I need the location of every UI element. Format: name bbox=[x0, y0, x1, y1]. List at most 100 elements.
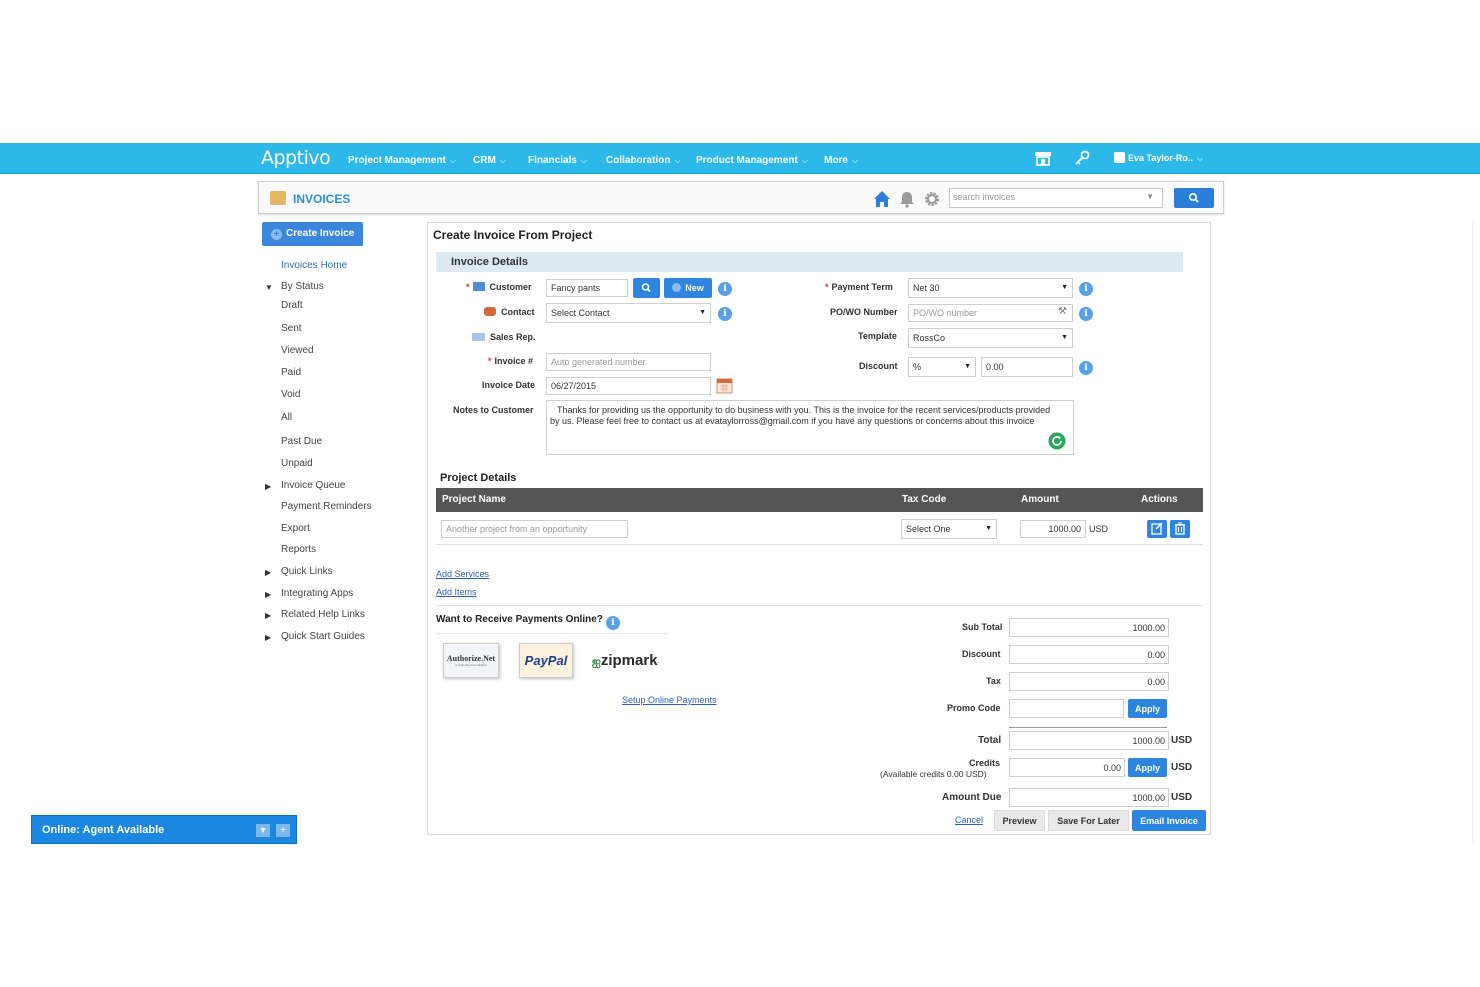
sidebar-quick-links[interactable]: Quick Links bbox=[281, 566, 333, 577]
info-icon[interactable]: i bbox=[1079, 307, 1093, 321]
gear-icon[interactable] bbox=[923, 190, 941, 208]
sidebar-export[interactable]: Export bbox=[281, 523, 310, 534]
credits-input[interactable]: 0.00 bbox=[1009, 758, 1125, 777]
save-for-later-button[interactable]: Save For Later bbox=[1048, 810, 1129, 831]
notes-textarea[interactable]: Thanks for providing us the opportunity … bbox=[546, 400, 1074, 455]
add-services-link[interactable]: Add Services bbox=[436, 569, 489, 579]
add-items-link[interactable]: Add Items bbox=[436, 587, 477, 597]
project-name-input[interactable]: Another project from an opportunity bbox=[441, 520, 628, 538]
apptivo-logo[interactable]: Apptivo bbox=[261, 147, 331, 169]
nav-label: Project Management bbox=[348, 155, 446, 166]
discount-type-select[interactable]: % ▼ bbox=[908, 357, 976, 377]
sidebar-status-draft[interactable]: Draft bbox=[281, 300, 303, 311]
search-button[interactable] bbox=[1174, 188, 1214, 208]
payment-term-select[interactable]: Net 30 ▼ bbox=[908, 278, 1073, 298]
nav-product-management[interactable]: Product Management ⌵ bbox=[696, 155, 808, 166]
chat-widget[interactable]: Online: Agent Available ▾ + bbox=[31, 815, 297, 844]
caret-right-icon[interactable]: ▶ bbox=[265, 611, 271, 620]
table-row-divider bbox=[436, 544, 1203, 545]
minimize-icon[interactable]: ▾ bbox=[256, 824, 270, 837]
discount-type-value: % bbox=[913, 362, 922, 372]
bell-icon[interactable] bbox=[898, 190, 916, 208]
store-icon[interactable] bbox=[1034, 149, 1052, 167]
nav-financials[interactable]: Financials ⌵ bbox=[528, 155, 587, 166]
amount-due-currency: USD bbox=[1171, 792, 1193, 803]
email-invoice-button[interactable]: Email Invoice bbox=[1132, 810, 1206, 831]
info-icon[interactable]: i bbox=[718, 282, 732, 296]
key-icon[interactable] bbox=[1073, 149, 1091, 167]
col-amount: Amount bbox=[1021, 494, 1059, 505]
discount-value-input[interactable]: 0.00 bbox=[981, 357, 1073, 377]
refresh-icon[interactable] bbox=[1048, 432, 1066, 450]
zipmark-logo[interactable]: ஐzipmark bbox=[592, 652, 658, 670]
caret-right-icon[interactable]: ▶ bbox=[265, 482, 271, 491]
sidebar-reports[interactable]: Reports bbox=[281, 544, 316, 555]
plus-icon[interactable]: + bbox=[276, 824, 290, 837]
sidebar-invoice-queue[interactable]: Invoice Queue bbox=[281, 480, 346, 491]
online-payments-title: Want to Receive Payments Online? i bbox=[436, 614, 620, 630]
invoice-number-input[interactable]: Auto generated number bbox=[546, 353, 711, 371]
sidebar-unpaid[interactable]: Unpaid bbox=[281, 458, 313, 469]
nav-more[interactable]: More ⌵ bbox=[824, 155, 858, 166]
select-arrow-icon: ▼ bbox=[985, 525, 992, 532]
sidebar-by-status[interactable]: By Status bbox=[281, 281, 324, 292]
sidebar-integrating-apps[interactable]: Integrating Apps bbox=[281, 588, 353, 599]
info-icon[interactable]: i bbox=[1079, 282, 1093, 296]
apply-promo-button[interactable]: Apply bbox=[1128, 699, 1167, 718]
caret-right-icon[interactable]: ▶ bbox=[265, 590, 271, 599]
sidebar-status-all[interactable]: All bbox=[281, 412, 292, 423]
apply-credits-button[interactable]: Apply bbox=[1128, 758, 1167, 777]
preview-button[interactable]: Preview bbox=[994, 810, 1045, 831]
info-icon[interactable]: i bbox=[605, 616, 620, 630]
customer-label: * Customer bbox=[466, 282, 532, 292]
customer-search-button[interactable] bbox=[633, 278, 660, 298]
tax-code-select[interactable]: Select One ▼ bbox=[901, 519, 997, 539]
edit-icon bbox=[1151, 522, 1163, 535]
contact-select[interactable]: Select Contact ▼ bbox=[546, 303, 711, 323]
nav-crm[interactable]: CRM ⌵ bbox=[473, 155, 506, 166]
amount-input[interactable]: 1000.00 bbox=[1020, 520, 1086, 538]
caret-right-icon[interactable]: ▶ bbox=[265, 633, 271, 642]
chevron-down-icon: ⌵ bbox=[449, 156, 456, 165]
customer-input[interactable]: Fancy pants bbox=[546, 279, 628, 297]
promo-code-input[interactable] bbox=[1009, 699, 1124, 718]
delete-row-button[interactable] bbox=[1170, 520, 1190, 538]
sidebar-past-due[interactable]: Past Due bbox=[281, 436, 322, 447]
template-select[interactable]: RossCo ▼ bbox=[908, 328, 1073, 348]
create-invoice-button[interactable]: + Create Invoice bbox=[262, 222, 363, 246]
search-input[interactable]: search invoices ▼ bbox=[949, 188, 1163, 208]
plus-icon: + bbox=[271, 229, 282, 240]
sidebar-status-void[interactable]: Void bbox=[281, 389, 300, 400]
invoice-date-input[interactable]: 06/27/2015 bbox=[546, 377, 711, 395]
info-icon[interactable]: i bbox=[718, 307, 732, 321]
nav-collaboration[interactable]: Collaboration ⌵ bbox=[606, 155, 681, 166]
sidebar-status-paid[interactable]: Paid bbox=[281, 367, 301, 378]
sidebar-related-help-links[interactable]: Related Help Links bbox=[281, 609, 365, 620]
sidebar-status-viewed[interactable]: Viewed bbox=[281, 345, 314, 356]
edit-row-button[interactable] bbox=[1147, 520, 1167, 538]
wrench-icon[interactable]: ⚒ bbox=[1058, 306, 1067, 317]
caret-right-icon[interactable]: ▶ bbox=[265, 568, 271, 577]
new-customer-button[interactable]: New bbox=[664, 278, 712, 298]
sidebar-invoices-home[interactable]: Invoices Home bbox=[281, 260, 347, 271]
cancel-link[interactable]: Cancel bbox=[955, 815, 983, 825]
calendar-icon[interactable] bbox=[716, 377, 733, 394]
paypal-logo[interactable]: PayPal bbox=[519, 643, 573, 678]
info-icon[interactable]: i bbox=[1079, 361, 1093, 375]
nav-project-management[interactable]: Project Management ⌵ bbox=[348, 155, 456, 166]
home-icon[interactable] bbox=[873, 190, 891, 208]
setup-online-payments-link[interactable]: Setup Online Payments bbox=[622, 695, 717, 705]
user-menu[interactable]: Eva Taylor-Ro.. ⌵ bbox=[1114, 152, 1203, 164]
sidebar-payment-reminders[interactable]: Payment Reminders bbox=[281, 501, 372, 512]
sidebar-status-sent[interactable]: Sent bbox=[281, 323, 302, 334]
caret-down-icon[interactable]: ▼ bbox=[265, 283, 273, 292]
authorize-net-text: Authorize.Net bbox=[446, 654, 496, 663]
po-number-input[interactable]: PO/WO number ⚒ bbox=[908, 304, 1073, 322]
invoice-number-label-text: Invoice # bbox=[494, 356, 534, 366]
sidebar-quick-start-guides[interactable]: Quick Start Guides bbox=[281, 631, 365, 642]
notes-line-2: by us. Please feel free to contact us at… bbox=[550, 416, 1035, 426]
dropdown-arrow-icon[interactable]: ▼ bbox=[1146, 192, 1154, 201]
divider bbox=[1009, 727, 1167, 728]
payment-term-label: * Payment Term bbox=[825, 282, 893, 292]
authorize-net-logo[interactable]: Authorize.Net a CyberSource solution bbox=[443, 643, 499, 678]
